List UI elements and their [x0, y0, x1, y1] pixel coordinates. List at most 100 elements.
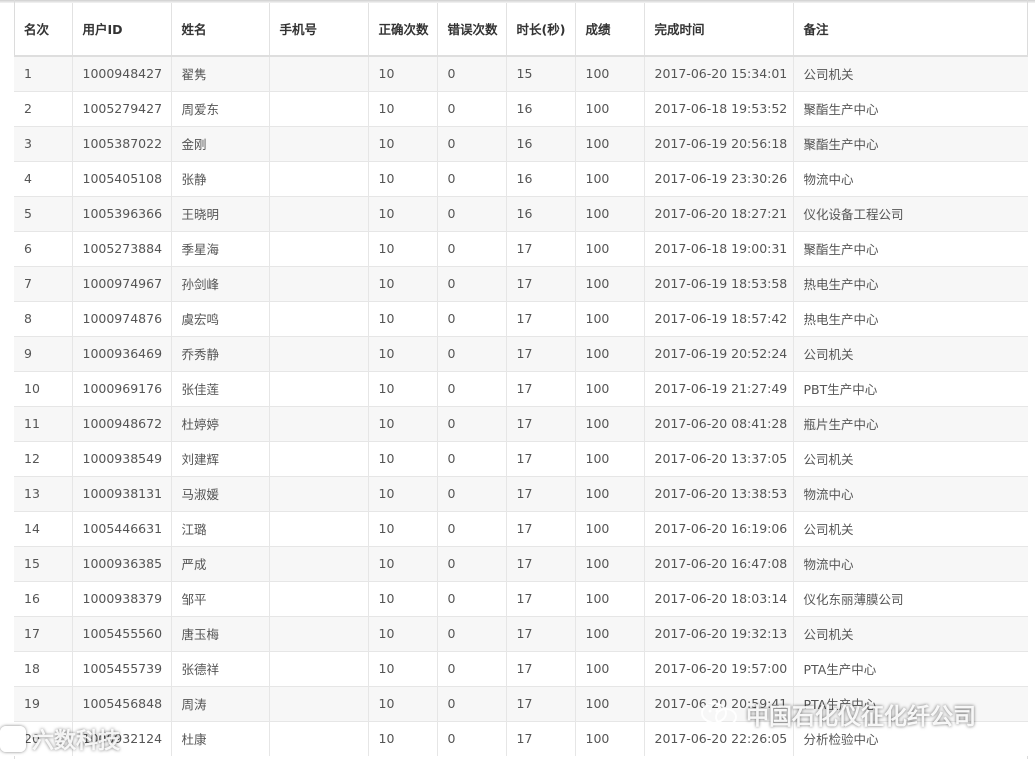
duration-cell: 17: [506, 300, 576, 336]
finish-time-cell: 2017-06-20 19:32:13: [644, 615, 794, 651]
table-row[interactable]: 13 1000938131 马淑媛 10 0 17 100 2017-06-20 13:38:…: [14, 475, 1028, 511]
user-id-cell: 1000938131: [72, 475, 172, 511]
header-score[interactable]: 成绩: [575, 3, 645, 57]
rank-cell: 13: [14, 475, 73, 511]
duration-cell: 16: [506, 90, 576, 126]
finish-time-cell: 2017-06-18 19:53:52: [644, 90, 794, 126]
phone-cell: [269, 405, 369, 441]
name-cell: 唐玉梅: [171, 615, 270, 651]
table-row[interactable]: 4 1005405108 张静 10 0 16 100 2017-06-19 23:30:26…: [14, 160, 1028, 196]
duration-cell: 16: [506, 195, 576, 231]
table-row[interactable]: 6 1005273884 季星海 10 0 17 100 2017-06-18 19:00:3…: [14, 230, 1028, 266]
correct-count-cell: 10: [368, 265, 438, 301]
rank-cell: 2: [14, 90, 73, 126]
finish-time-cell: 2017-06-20 16:19:06: [644, 510, 794, 546]
header-note[interactable]: 备注: [793, 3, 1028, 57]
table-row[interactable]: 14 1005446631 江璐 10 0 17 100 2017-06-20 16:19:0…: [14, 510, 1028, 546]
score-cell: 100: [575, 720, 645, 756]
name-cell: 张静: [171, 160, 270, 196]
phone-cell: [269, 125, 369, 161]
watermark-left-text: 六数科技: [32, 729, 121, 754]
user-id-cell: 1000938549: [72, 440, 172, 476]
user-id-cell: 1005405108: [72, 160, 172, 196]
correct-count-cell: 10: [368, 405, 438, 441]
user-id-cell: 1000938379: [72, 580, 172, 616]
score-cell: 100: [575, 335, 645, 371]
score-cell: 100: [575, 125, 645, 161]
correct-count-cell: 10: [368, 685, 438, 721]
correct-count-cell: 10: [368, 195, 438, 231]
user-id-cell: 1005446631: [72, 510, 172, 546]
rank-cell: 15: [14, 545, 73, 581]
header-user-id[interactable]: 用户ID: [72, 3, 172, 57]
correct-count-cell: 10: [368, 580, 438, 616]
finish-time-cell: 2017-06-19 20:56:18: [644, 125, 794, 161]
table-row[interactable]: 9 1000936469 乔秀静 10 0 17 100 2017-06-19 20:52:2…: [14, 335, 1028, 371]
rank-cell: 17: [14, 615, 73, 651]
wechat-icon: [701, 702, 737, 726]
correct-count-cell: 10: [368, 650, 438, 686]
user-id-cell: 1005456848: [72, 685, 172, 721]
note-cell: 瓶片生产中心: [793, 405, 1028, 441]
table-row[interactable]: 12 1000938549 刘建辉 10 0 17 100 2017-06-20 13:37:…: [14, 440, 1028, 476]
note-cell: 聚酯生产中心: [793, 90, 1028, 126]
rank-cell: 1: [14, 55, 73, 91]
wrong-count-cell: 0: [437, 440, 507, 476]
rank-cell: 6: [14, 230, 73, 266]
header-finish-time[interactable]: 完成时间: [644, 3, 794, 57]
duration-cell: 17: [506, 510, 576, 546]
note-cell: 物流中心: [793, 160, 1028, 196]
header-correct-count[interactable]: 正确次数: [368, 3, 438, 57]
watermark-right-text: 中国石化仪征化纤公司: [746, 704, 976, 730]
sticker-logo-icon: [0, 726, 26, 752]
table-row[interactable]: 15 1000936385 严成 10 0 17 100 2017-06-20 16:47:0…: [14, 545, 1028, 581]
rank-cell: 19: [14, 685, 73, 721]
finish-time-cell: 2017-06-20 13:37:05: [644, 440, 794, 476]
header-phone[interactable]: 手机号: [269, 3, 369, 57]
duration-cell: 17: [506, 475, 576, 511]
table-row[interactable]: 3 1005387022 金刚 10 0 16 100 2017-06-19 20:56:18…: [14, 125, 1028, 161]
correct-count-cell: 10: [368, 545, 438, 581]
duration-cell: 17: [506, 545, 576, 581]
wrong-count-cell: 0: [437, 545, 507, 581]
table-row[interactable]: 10 1000969176 张佳莲 10 0 17 100 2017-06-19 21:27:…: [14, 370, 1028, 406]
finish-time-cell: 2017-06-20 15:34:01: [644, 55, 794, 91]
name-cell: 金刚: [171, 125, 270, 161]
wrong-count-cell: 0: [437, 335, 507, 371]
finish-time-cell: 2017-06-20 18:03:14: [644, 580, 794, 616]
user-id-cell: 1000974876: [72, 300, 172, 336]
table-row[interactable]: 1 1000948427 翟隽 10 0 15 100 2017-06-20 15:34:01…: [14, 55, 1028, 91]
table-row[interactable]: 2 1005279427 周爱东 10 0 16 100 2017-06-18 19:53:5…: [14, 90, 1028, 126]
name-cell: 张佳莲: [171, 370, 270, 406]
table-row[interactable]: 5 1005396366 王晓明 10 0 16 100 2017-06-20 18:27:2…: [14, 195, 1028, 231]
phone-cell: [269, 160, 369, 196]
note-cell: 热电生产中心: [793, 300, 1028, 336]
rank-cell: 11: [14, 405, 73, 441]
header-rank[interactable]: 名次: [14, 3, 73, 57]
duration-cell: 15: [506, 55, 576, 91]
wrong-count-cell: 0: [437, 195, 507, 231]
name-cell: 王晓明: [171, 195, 270, 231]
user-id-cell: 1005273884: [72, 230, 172, 266]
header-duration[interactable]: 时长(秒): [506, 3, 576, 57]
table-row[interactable]: 17 1005455560 唐玉梅 10 0 17 100 2017-06-20 19:32:…: [14, 615, 1028, 651]
table-row[interactable]: 11 1000948672 杜婷婷 10 0 17 100 2017-06-20 08:41:…: [14, 405, 1028, 441]
header-name[interactable]: 姓名: [171, 3, 270, 57]
user-id-cell: 1005387022: [72, 125, 172, 161]
table-row[interactable]: 7 1000974967 孙剑峰 10 0 17 100 2017-06-19 18:53:5…: [14, 265, 1028, 301]
score-cell: 100: [575, 195, 645, 231]
table-row[interactable]: 16 1000938379 邹平 10 0 17 100 2017-06-20 18:03:1…: [14, 580, 1028, 616]
score-cell: 100: [575, 55, 645, 91]
phone-cell: [269, 195, 369, 231]
score-cell: 100: [575, 440, 645, 476]
note-cell: 聚酯生产中心: [793, 125, 1028, 161]
name-cell: 季星海: [171, 230, 270, 266]
wrong-count-cell: 0: [437, 160, 507, 196]
table-row[interactable]: 8 1000974876 虞宏鸣 10 0 17 100 2017-06-19 18:57:4…: [14, 300, 1028, 336]
header-wrong-count[interactable]: 错误次数: [437, 3, 507, 57]
table-body: 1 1000948427 翟隽 10 0 15 100 2017-06-20 15:34:01…: [14, 55, 1028, 756]
table-row[interactable]: 18 1005455739 张德祥 10 0 17 100 2017-06-20 19:57:…: [14, 650, 1028, 686]
score-cell: 100: [575, 580, 645, 616]
name-cell: 刘建辉: [171, 440, 270, 476]
correct-count-cell: 10: [368, 720, 438, 756]
